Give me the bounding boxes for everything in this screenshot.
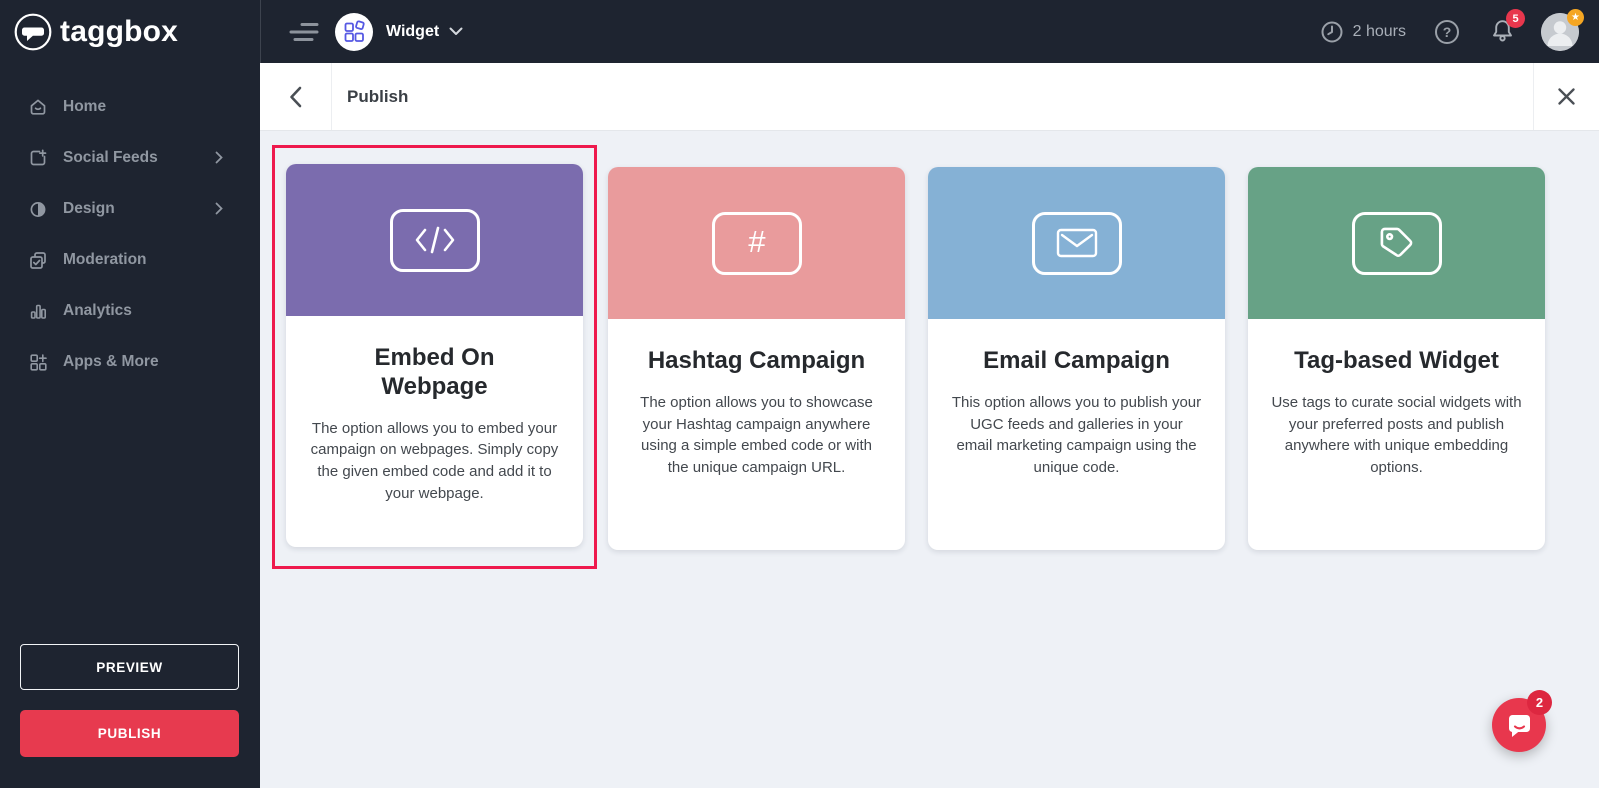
sidebar-item-label: Apps & More [63, 353, 159, 371]
close-button[interactable] [1533, 63, 1599, 130]
svg-text:?: ? [1443, 24, 1452, 40]
chat-launcher-button[interactable]: 2 [1492, 698, 1546, 752]
page-title: Publish [347, 87, 408, 107]
clock-icon [1320, 20, 1344, 44]
card-description: The option allows you to embed your camp… [286, 418, 583, 505]
sidebar-item-label: Analytics [63, 302, 132, 320]
card-email-campaign[interactable]: Email Campaign This option allows you to… [928, 167, 1225, 550]
code-embed-icon [390, 209, 480, 272]
card-header [1248, 167, 1545, 319]
tag-icon [1352, 212, 1442, 275]
sidebar-item-label: Social Feeds [63, 149, 158, 167]
account-menu[interactable]: ★ [1541, 13, 1579, 51]
card-embed-on-webpage[interactable]: Embed On Webpage The option allows you t… [286, 164, 583, 547]
taggbox-widget-publish-page: { "brand": { "logo_text": "taggbox" }, "… [0, 0, 1599, 788]
notification-count-badge: 5 [1506, 9, 1525, 28]
sidebar-actions: PREVIEW PUBLISH [20, 644, 239, 757]
card-header [928, 167, 1225, 319]
chevron-down-icon [449, 27, 463, 36]
sidebar-item-moderation[interactable]: Moderation [0, 234, 260, 285]
design-icon [28, 199, 48, 219]
card-description: Use tags to curate social widgets with y… [1248, 392, 1545, 479]
home-icon [28, 97, 48, 117]
cards-row: Embed On Webpage The option allows you t… [260, 131, 1599, 569]
highlight-ring: Embed On Webpage The option allows you t… [272, 145, 597, 569]
publish-button[interactable]: PUBLISH [20, 710, 239, 757]
brand-logo[interactable]: taggbox [0, 0, 260, 63]
chat-unread-badge: 2 [1527, 690, 1552, 715]
chat-bubble-icon [1503, 709, 1535, 741]
card-header [286, 164, 583, 316]
sidebar-item-design[interactable]: Design [0, 183, 260, 234]
card-title: Embed On Webpage [355, 344, 515, 402]
back-button[interactable] [260, 63, 332, 130]
trial-time-remaining: 2 hours [1320, 20, 1406, 44]
chevron-right-icon [215, 151, 238, 164]
widget-selector-label: Widget [386, 23, 439, 41]
card-header: # [608, 167, 905, 319]
topbar-right-group: 2 hours ? 5 ★ [1320, 13, 1579, 51]
card-tag-based-widget[interactable]: Tag-based Widget Use tags to curate soci… [1248, 167, 1545, 550]
social-feeds-icon [28, 148, 48, 168]
page-header: Publish [260, 63, 1599, 131]
card-hashtag-campaign[interactable]: # Hashtag Campaign The option allows you… [608, 167, 905, 550]
trial-time-text: 2 hours [1353, 23, 1406, 41]
brand-logo-text: taggbox [60, 15, 178, 49]
moderation-icon [28, 250, 48, 270]
notifications-button[interactable]: 5 [1490, 18, 1515, 45]
card-description: The option allows you to showcase your H… [608, 392, 905, 479]
preview-button[interactable]: PREVIEW [20, 644, 239, 690]
chevron-left-icon [289, 86, 302, 108]
close-icon [1558, 88, 1575, 105]
widget-type-selector[interactable]: Widget [335, 13, 463, 51]
sidebar: taggbox Home Social Feeds [0, 0, 260, 788]
sidebar-item-label: Moderation [63, 251, 147, 269]
sidebar-item-label: Design [63, 200, 115, 218]
envelope-icon [1032, 212, 1122, 275]
card-title: Hashtag Campaign [608, 347, 905, 376]
publish-options-content: Embed On Webpage The option allows you t… [260, 131, 1599, 788]
widget-apps-icon [335, 13, 373, 51]
sidebar-item-apps-more[interactable]: Apps & More [0, 336, 260, 387]
star-badge-icon: ★ [1567, 9, 1584, 26]
apps-more-icon [28, 352, 48, 372]
sidebar-item-analytics[interactable]: Analytics [0, 285, 260, 336]
chevron-right-icon [215, 202, 238, 215]
menu-lines-icon[interactable] [289, 21, 319, 43]
taggbox-logo-icon [14, 13, 52, 51]
card-title: Tag-based Widget [1248, 347, 1545, 376]
card-description: This option allows you to publish your U… [928, 392, 1225, 479]
analytics-icon [28, 301, 48, 321]
card-title: Email Campaign [928, 347, 1225, 376]
hashtag-icon: # [712, 212, 802, 275]
topbar: Widget 2 hours ? 5 [260, 0, 1599, 63]
sidebar-nav: Home Social Feeds Design [0, 63, 260, 387]
sidebar-item-label: Home [63, 98, 106, 116]
sidebar-item-social-feeds[interactable]: Social Feeds [0, 132, 260, 183]
help-icon[interactable]: ? [1434, 19, 1460, 45]
sidebar-item-home[interactable]: Home [0, 81, 260, 132]
